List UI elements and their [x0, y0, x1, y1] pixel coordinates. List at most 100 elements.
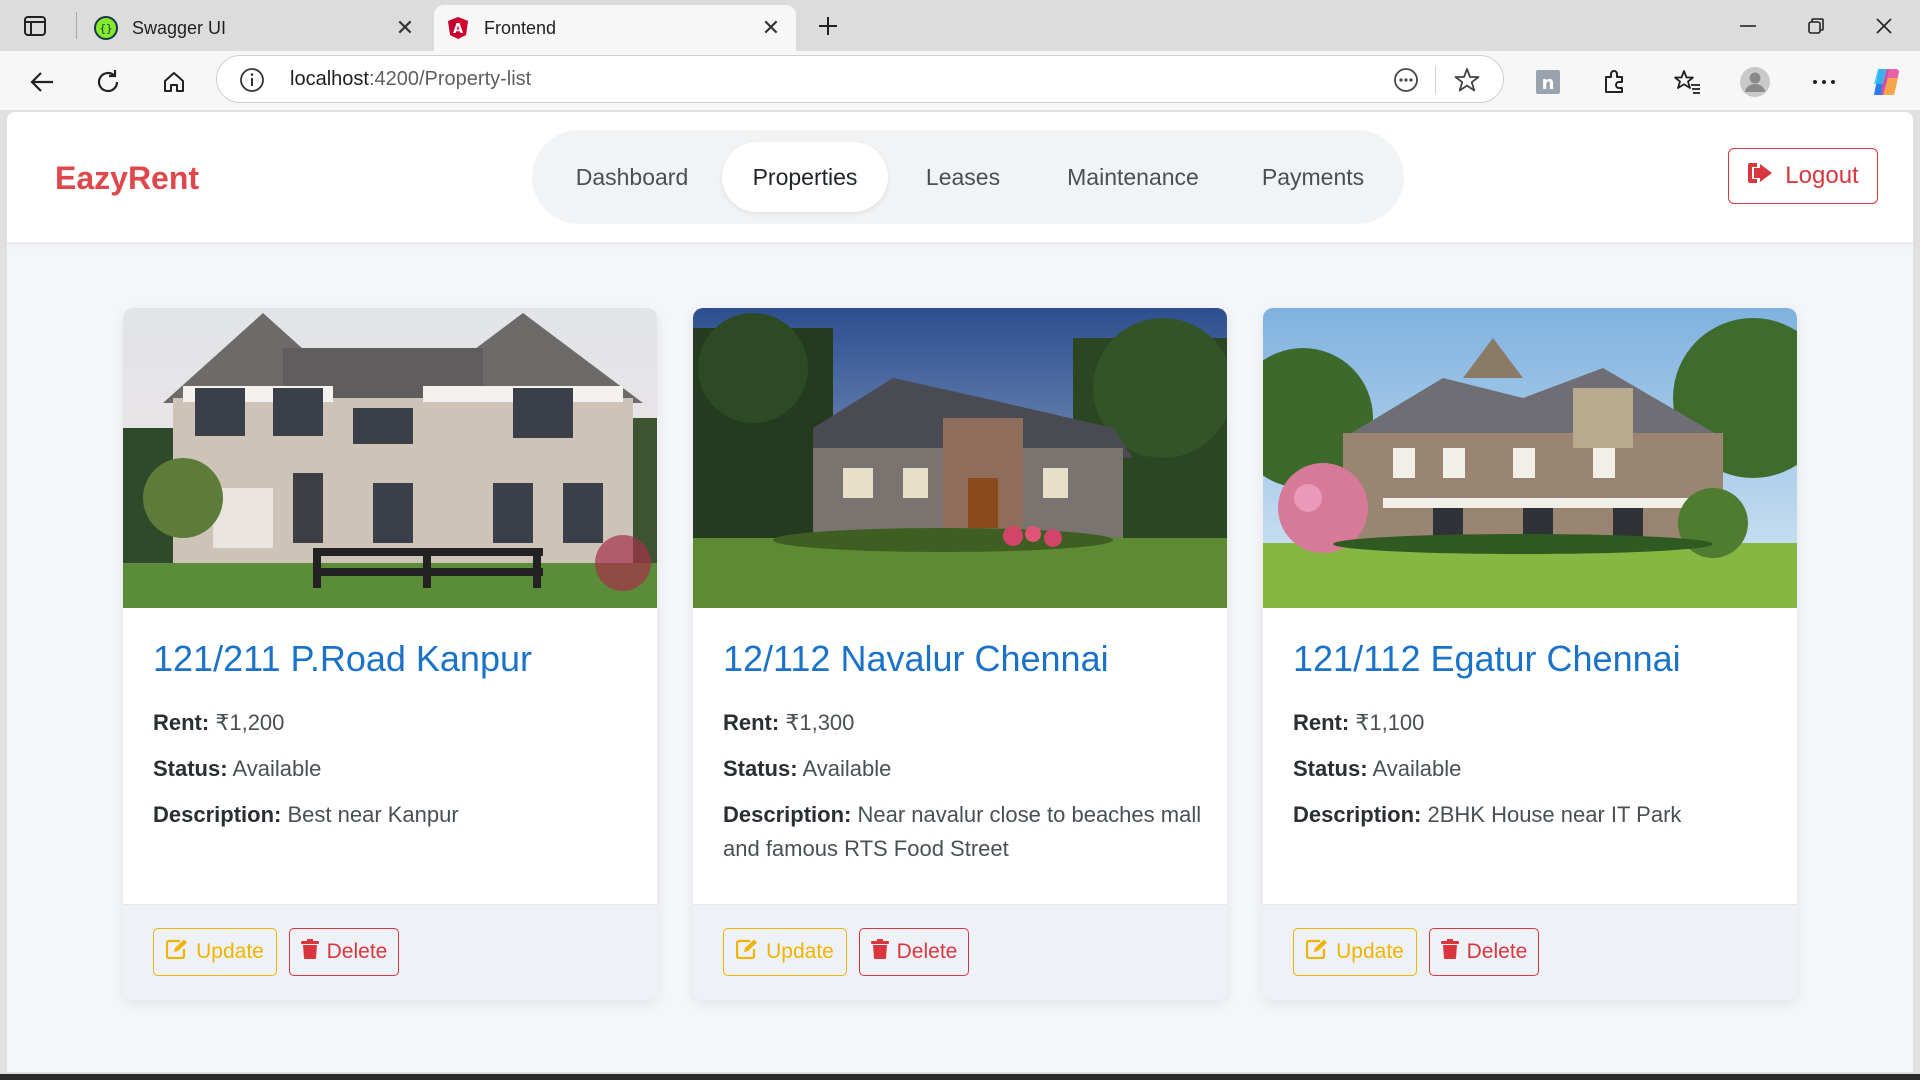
angular-icon: A: [446, 16, 470, 40]
sign-out-icon: [1747, 162, 1773, 191]
status-value: Available: [802, 756, 892, 781]
rent-label: Rent:: [153, 710, 210, 735]
status-label: Status:: [153, 756, 228, 781]
property-photo: [1263, 308, 1797, 608]
logout-button[interactable]: Logout: [1728, 148, 1878, 204]
trash-icon: [1440, 939, 1459, 965]
update-label: Update: [1336, 940, 1404, 963]
rent-value: ₹1,100: [1355, 710, 1425, 735]
nav-maintenance[interactable]: Maintenance: [1040, 142, 1226, 212]
app-navbar: EazyRent Dashboard Properties Leases Mai…: [7, 112, 1913, 242]
nav-properties[interactable]: Properties: [722, 142, 888, 212]
new-tab-icon[interactable]: [812, 10, 844, 42]
extensions-puzzle-icon[interactable]: [1595, 63, 1633, 101]
browser-tabstrip: {} Swagger UI ✕ A Frontend ✕: [0, 0, 1920, 51]
card-footer: Update Delete: [1263, 904, 1797, 1000]
rent-field: Rent: ₹1,100: [1293, 706, 1773, 740]
close-icon[interactable]: ✕: [390, 13, 420, 43]
trash-icon: [870, 939, 889, 965]
delete-button[interactable]: Delete: [1429, 928, 1539, 976]
edit-icon: [1306, 939, 1328, 965]
read-aloud-icon[interactable]: [1393, 67, 1419, 93]
home-icon[interactable]: [155, 63, 193, 101]
browser-viewport: EazyRent Dashboard Properties Leases Mai…: [0, 110, 1920, 1080]
rent-field: Rent: ₹1,300: [723, 706, 1203, 740]
favorite-star-icon[interactable]: [1453, 66, 1481, 94]
site-info-icon[interactable]: [239, 67, 265, 93]
more-menu-icon[interactable]: [1805, 63, 1843, 101]
main-nav: Dashboard Properties Leases Maintenance …: [532, 130, 1404, 224]
description-field: Description: 2BHK House near IT Park: [1293, 798, 1773, 832]
brand-logo[interactable]: EazyRent: [55, 160, 199, 197]
extension-n-icon[interactable]: n: [1529, 63, 1567, 101]
property-card: 121/112 Egatur Chennai Rent: ₹1,100 Stat…: [1263, 308, 1797, 1000]
tab-actions-icon[interactable]: [20, 12, 50, 40]
delete-label: Delete: [326, 940, 388, 963]
update-button[interactable]: Update: [1293, 928, 1417, 976]
property-title[interactable]: 121/112 Egatur Chennai: [1293, 638, 1681, 680]
status-field: Status: Available: [1293, 752, 1773, 786]
update-label: Update: [766, 940, 834, 963]
rent-field: Rent: ₹1,200: [153, 706, 633, 740]
rent-value: ₹1,200: [215, 710, 285, 735]
property-title[interactable]: 12/112 Navalur Chennai: [723, 638, 1109, 680]
address-bar[interactable]: localhost:4200/Property-list: [216, 55, 1504, 103]
url-text[interactable]: localhost:4200/Property-list: [290, 68, 531, 91]
description-field: Description: Near navalur close to beach…: [723, 798, 1203, 866]
page: EazyRent Dashboard Properties Leases Mai…: [7, 112, 1913, 1072]
minimize-icon[interactable]: [1728, 8, 1768, 44]
tab-swagger-ui[interactable]: {} Swagger UI ✕: [82, 5, 430, 51]
tab-separator: [76, 12, 77, 39]
restore-icon[interactable]: [1796, 8, 1836, 44]
card-footer: Update Delete: [123, 904, 657, 1000]
status-label: Status:: [723, 756, 798, 781]
description-label: Description:: [153, 802, 282, 827]
property-card: 12/112 Navalur Chennai Rent: ₹1,300 Stat…: [693, 308, 1227, 1000]
edit-icon: [166, 939, 188, 965]
delete-button[interactable]: Delete: [289, 928, 399, 976]
window-close-icon[interactable]: [1864, 8, 1904, 44]
delete-button[interactable]: Delete: [859, 928, 969, 976]
property-photo: [123, 308, 657, 608]
property-card: 121/211 P.Road Kanpur Rent: ₹1,200 Statu…: [123, 308, 657, 1000]
delete-label: Delete: [1466, 940, 1528, 963]
reload-icon[interactable]: [89, 63, 127, 101]
rent-label: Rent:: [1293, 710, 1350, 735]
card-footer: Update Delete: [693, 904, 1227, 1000]
property-title[interactable]: 121/211 P.Road Kanpur: [153, 638, 532, 680]
swagger-icon: {}: [94, 16, 118, 40]
window-bottom-edge: [0, 1074, 1920, 1080]
description-label: Description:: [723, 802, 852, 827]
close-icon[interactable]: ✕: [756, 13, 786, 43]
tab-title: Swagger UI: [132, 17, 227, 38]
nav-dashboard[interactable]: Dashboard: [552, 142, 712, 212]
svg-text:A: A: [453, 22, 463, 37]
url-host: localhost: [290, 68, 369, 90]
favorites-icon[interactable]: [1668, 63, 1706, 101]
copilot-icon[interactable]: [1867, 63, 1905, 101]
update-button[interactable]: Update: [723, 928, 847, 976]
tab-title: Frontend: [484, 17, 557, 38]
status-field: Status: Available: [153, 752, 633, 786]
nav-leases[interactable]: Leases: [898, 142, 1028, 212]
description-value: Best near Kanpur: [287, 802, 459, 827]
nav-payments[interactable]: Payments: [1236, 142, 1390, 212]
logout-label: Logout: [1785, 162, 1859, 189]
edit-icon: [736, 939, 758, 965]
property-photo: [693, 308, 1227, 608]
status-label: Status:: [1293, 756, 1368, 781]
description-value: 2BHK House near IT Park: [1427, 802, 1682, 827]
tab-frontend[interactable]: A Frontend ✕: [434, 5, 796, 51]
delete-label: Delete: [896, 940, 958, 963]
update-button[interactable]: Update: [153, 928, 277, 976]
status-value: Available: [232, 756, 322, 781]
svg-text:n: n: [1542, 73, 1555, 94]
back-icon[interactable]: [23, 63, 61, 101]
trash-icon: [300, 939, 319, 965]
browser-toolbar: localhost:4200/Property-list n: [0, 51, 1920, 110]
profile-avatar-icon[interactable]: [1736, 63, 1774, 101]
description-field: Description: Best near Kanpur: [153, 798, 633, 832]
omnibox-separator: [1435, 66, 1436, 94]
update-label: Update: [196, 940, 264, 963]
status-field: Status: Available: [723, 752, 1203, 786]
